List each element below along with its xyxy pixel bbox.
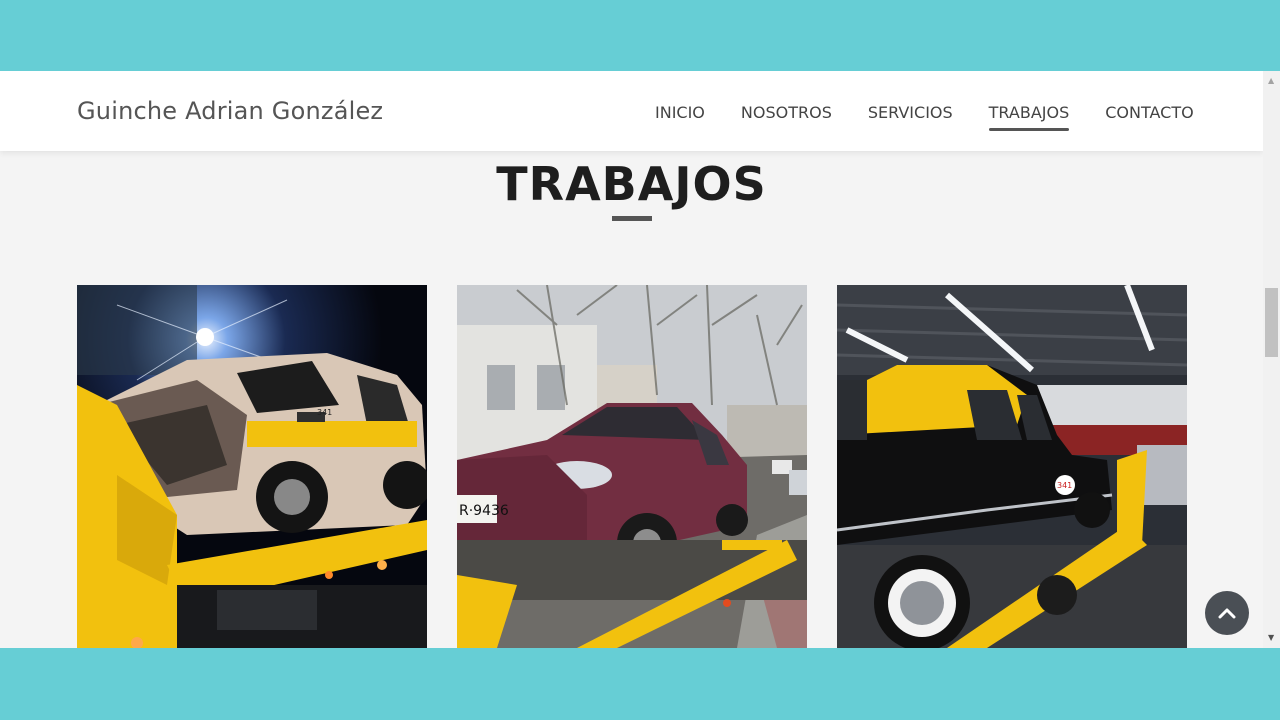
scroll-to-top-button[interactable] <box>1205 591 1249 635</box>
triangle-down-icon[interactable]: ▼ <box>1268 633 1274 642</box>
taxi-number-1: 341 <box>317 408 332 417</box>
nav-contacto[interactable]: CONTACTO <box>1105 101 1193 122</box>
triangle-up-icon[interactable]: ▲ <box>1268 76 1274 85</box>
nav-servicios[interactable]: SERVICIOS <box>868 101 953 122</box>
nav-trabajos[interactable]: TRABAJOS <box>988 101 1069 131</box>
gallery-photo-3[interactable]: 341 <box>837 285 1187 648</box>
scrollbar-thumb[interactable] <box>1265 288 1278 357</box>
section-title: TRABAJOS <box>496 157 767 211</box>
page-viewport: Guinche Adrian González INICIO NOSOTROS … <box>0 71 1263 648</box>
license-plate-2: R·9436 <box>459 503 509 519</box>
gallery-photo-2[interactable]: R·9436 <box>457 285 807 648</box>
main-nav: INICIO NOSOTROS SERVICIOS TRABAJOS CONTA… <box>655 71 1230 151</box>
title-underline <box>612 216 652 221</box>
site-brand[interactable]: Guinche Adrian González <box>77 97 383 125</box>
gallery-photo-1[interactable]: 341 <box>77 285 427 648</box>
nav-nosotros[interactable]: NOSOTROS <box>741 101 832 122</box>
navbar: Guinche Adrian González INICIO NOSOTROS … <box>0 71 1263 151</box>
taxi-number-3: 341 <box>1057 481 1072 490</box>
chevron-up-icon <box>1218 608 1236 619</box>
nav-inicio[interactable]: INICIO <box>655 101 705 122</box>
page-scrollbar[interactable] <box>1263 71 1280 648</box>
